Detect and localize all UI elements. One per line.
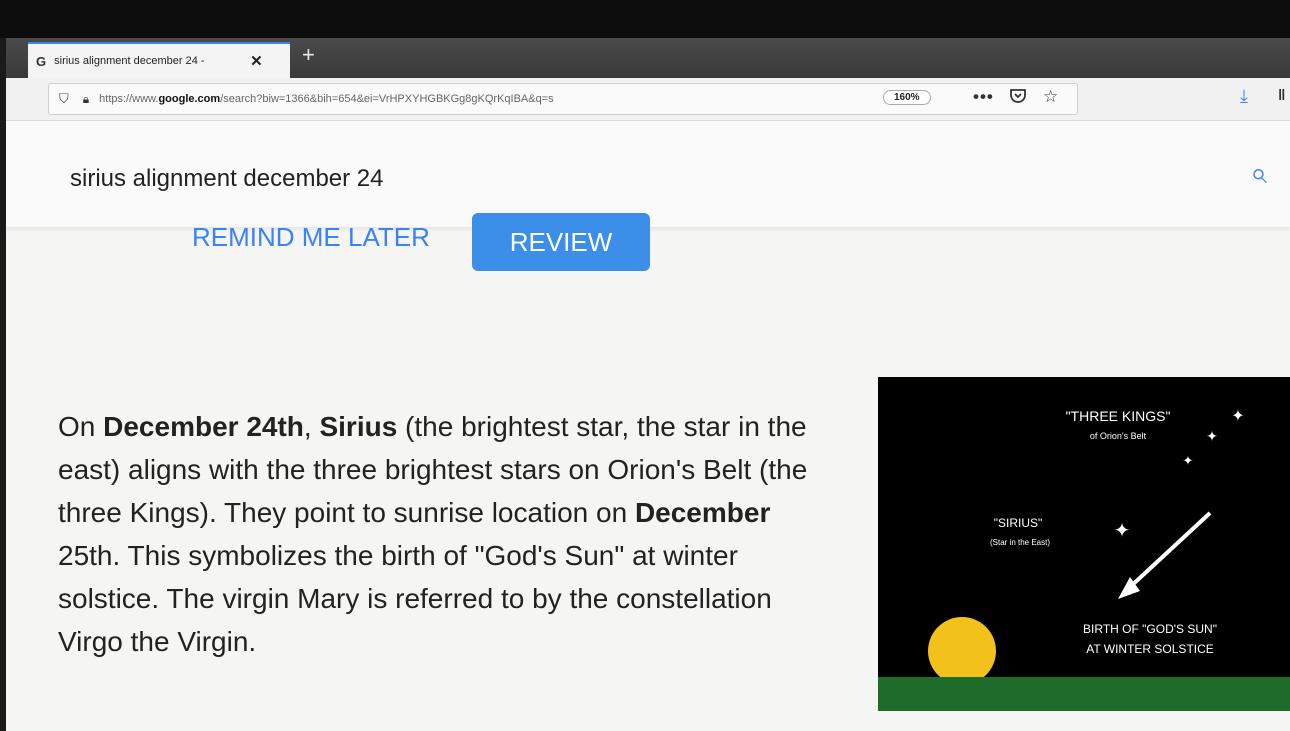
lock-icon[interactable]: 🔒︎ [83, 92, 89, 107]
snippet-image[interactable]: "THREE KINGS" of Orion's Belt ✦ ✦ ✦ "SIR… [878, 377, 1290, 711]
more-icon[interactable]: ••• [973, 87, 994, 107]
star-icon-kings-2: ✦ [1206, 428, 1218, 444]
birth-caption-line-1: BIRTH OF "GOD'S SUN" [1083, 622, 1217, 636]
remind-me-later-button[interactable]: REMIND ME LATER [186, 221, 436, 254]
snippet-bold-sirius: Sirius [319, 411, 398, 442]
snippet-bold-date: December 24th [103, 411, 304, 442]
tab-title: sirius alignment december 24 - [54, 55, 205, 67]
tab-active[interactable]: G sirius alignment december 24 - ✕ [28, 42, 290, 78]
star-icon[interactable]: ☆ [1043, 87, 1058, 107]
search-icon[interactable]: ⌕ [1250, 157, 1267, 191]
new-tab-button[interactable]: + [302, 42, 315, 68]
library-icon[interactable]: ‖ [1278, 87, 1285, 104]
url-text[interactable]: https://www.google.com/search?biw=1366&b… [99, 93, 809, 105]
review-button[interactable]: REVIEW [472, 213, 650, 271]
download-icon[interactable]: ⤓ [1240, 86, 1248, 107]
tab-bar: G sirius alignment december 24 - ✕ + [6, 38, 1290, 78]
sirius-subtitle: (Star in the East) [990, 538, 1050, 547]
search-bar[interactable]: sirius alignment december 24 ⌕ [6, 121, 1290, 227]
page-content: sirius alignment december 24 ⌕ REMIND ME… [6, 121, 1290, 731]
featured-snippet-text: On December 24th, Sirius (the brightest … [58, 411, 808, 657]
kings-title: "THREE KINGS" [1066, 408, 1171, 424]
sirius-title: "SIRIUS" [994, 516, 1043, 530]
birth-caption-line-2: AT WINTER SOLSTICE [1086, 642, 1214, 656]
star-icon-kings-3: ✦ [1183, 453, 1194, 468]
star-icon-sirius: ✦ [1114, 520, 1131, 542]
monitor-bezel [0, 0, 1290, 38]
address-bar[interactable]: ⛉ 🔒︎ https://www.google.com/search?biw=1… [48, 83, 1078, 115]
close-icon[interactable]: ✕ [250, 52, 263, 70]
star-icon-kings-1: ✦ [1231, 408, 1244, 425]
search-input[interactable]: sirius alignment december 24 [70, 165, 384, 193]
sun-icon [928, 617, 996, 685]
pocket-icon[interactable] [1009, 87, 1027, 110]
horizon-ground [878, 677, 1290, 711]
zoom-level-badge[interactable]: 160% [883, 90, 931, 105]
kings-subtitle: of Orion's Belt [1090, 431, 1147, 441]
snippet-bold-december: December [634, 497, 771, 528]
shield-icon[interactable]: ⛉ [59, 91, 69, 107]
navigation-bar: ⛉ 🔒︎ https://www.google.com/search?biw=1… [6, 78, 1290, 121]
google-favicon-icon: G [36, 53, 47, 69]
